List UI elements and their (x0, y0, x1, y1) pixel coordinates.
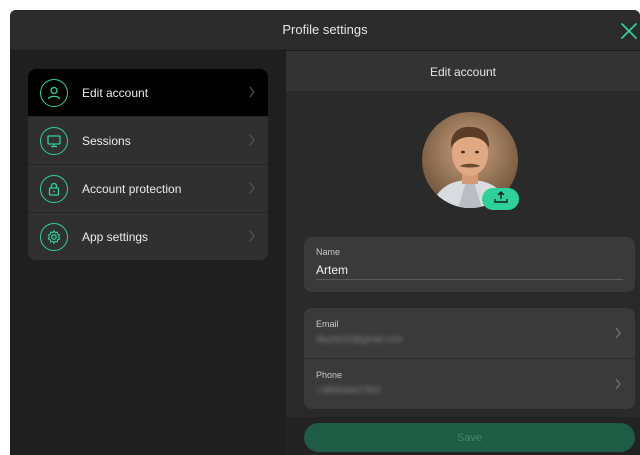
menu-item-label: Sessions (82, 133, 131, 148)
title-bar: Profile settings (10, 10, 640, 51)
upload-icon (492, 190, 510, 209)
email-value: dkyrke22@gmail.com (316, 334, 403, 344)
phone-value: +380634427801 (316, 385, 382, 395)
edit-account-panel: Edit account Name Artem Email dkyrke22@g… (286, 51, 640, 455)
lock-icon (40, 174, 68, 203)
save-bar: Save (286, 417, 640, 455)
panel-header: Edit account (286, 51, 640, 91)
name-label: Name (316, 247, 341, 257)
settings-sidebar: Edit account Sessions Account protection… (10, 51, 286, 455)
chevron-right-icon (248, 181, 256, 199)
chevron-right-icon (248, 85, 256, 103)
profile-settings-window: Profile settings Edit account Sessions A… (10, 10, 640, 455)
upload-photo-button[interactable] (482, 188, 519, 210)
monitor-icon (40, 126, 68, 155)
close-icon[interactable] (618, 20, 640, 42)
chevron-right-icon (248, 229, 256, 247)
menu-item-account-protection[interactable]: Account protection (28, 165, 268, 213)
settings-menu: Edit account Sessions Account protection… (28, 69, 268, 260)
phone-label: Phone (316, 370, 343, 380)
menu-item-app-settings[interactable]: App settings (28, 213, 268, 260)
phone-row[interactable]: Phone +380634427801 (304, 358, 635, 409)
menu-item-label: Edit account (82, 85, 149, 100)
save-button[interactable]: Save (304, 423, 635, 452)
email-label: Email (316, 319, 339, 329)
menu-item-label: Account protection (82, 181, 182, 196)
name-input[interactable] (316, 261, 623, 280)
chevron-right-icon (614, 377, 622, 395)
menu-item-label: App settings (82, 229, 149, 244)
contact-card: Email dkyrke22@gmail.com Phone +38063442… (304, 308, 635, 409)
menu-item-edit-account[interactable]: Edit account (28, 69, 268, 117)
user-icon (40, 78, 68, 107)
window-title: Profile settings (282, 22, 368, 37)
chevron-right-icon (614, 326, 622, 344)
menu-item-sessions[interactable]: Sessions (28, 117, 268, 165)
name-field-card: Name (304, 237, 635, 292)
avatar-container (422, 112, 519, 210)
email-row[interactable]: Email dkyrke22@gmail.com (304, 308, 635, 358)
gear-icon (40, 222, 68, 251)
chevron-right-icon (248, 133, 256, 151)
panel-title: Edit account (429, 65, 497, 79)
